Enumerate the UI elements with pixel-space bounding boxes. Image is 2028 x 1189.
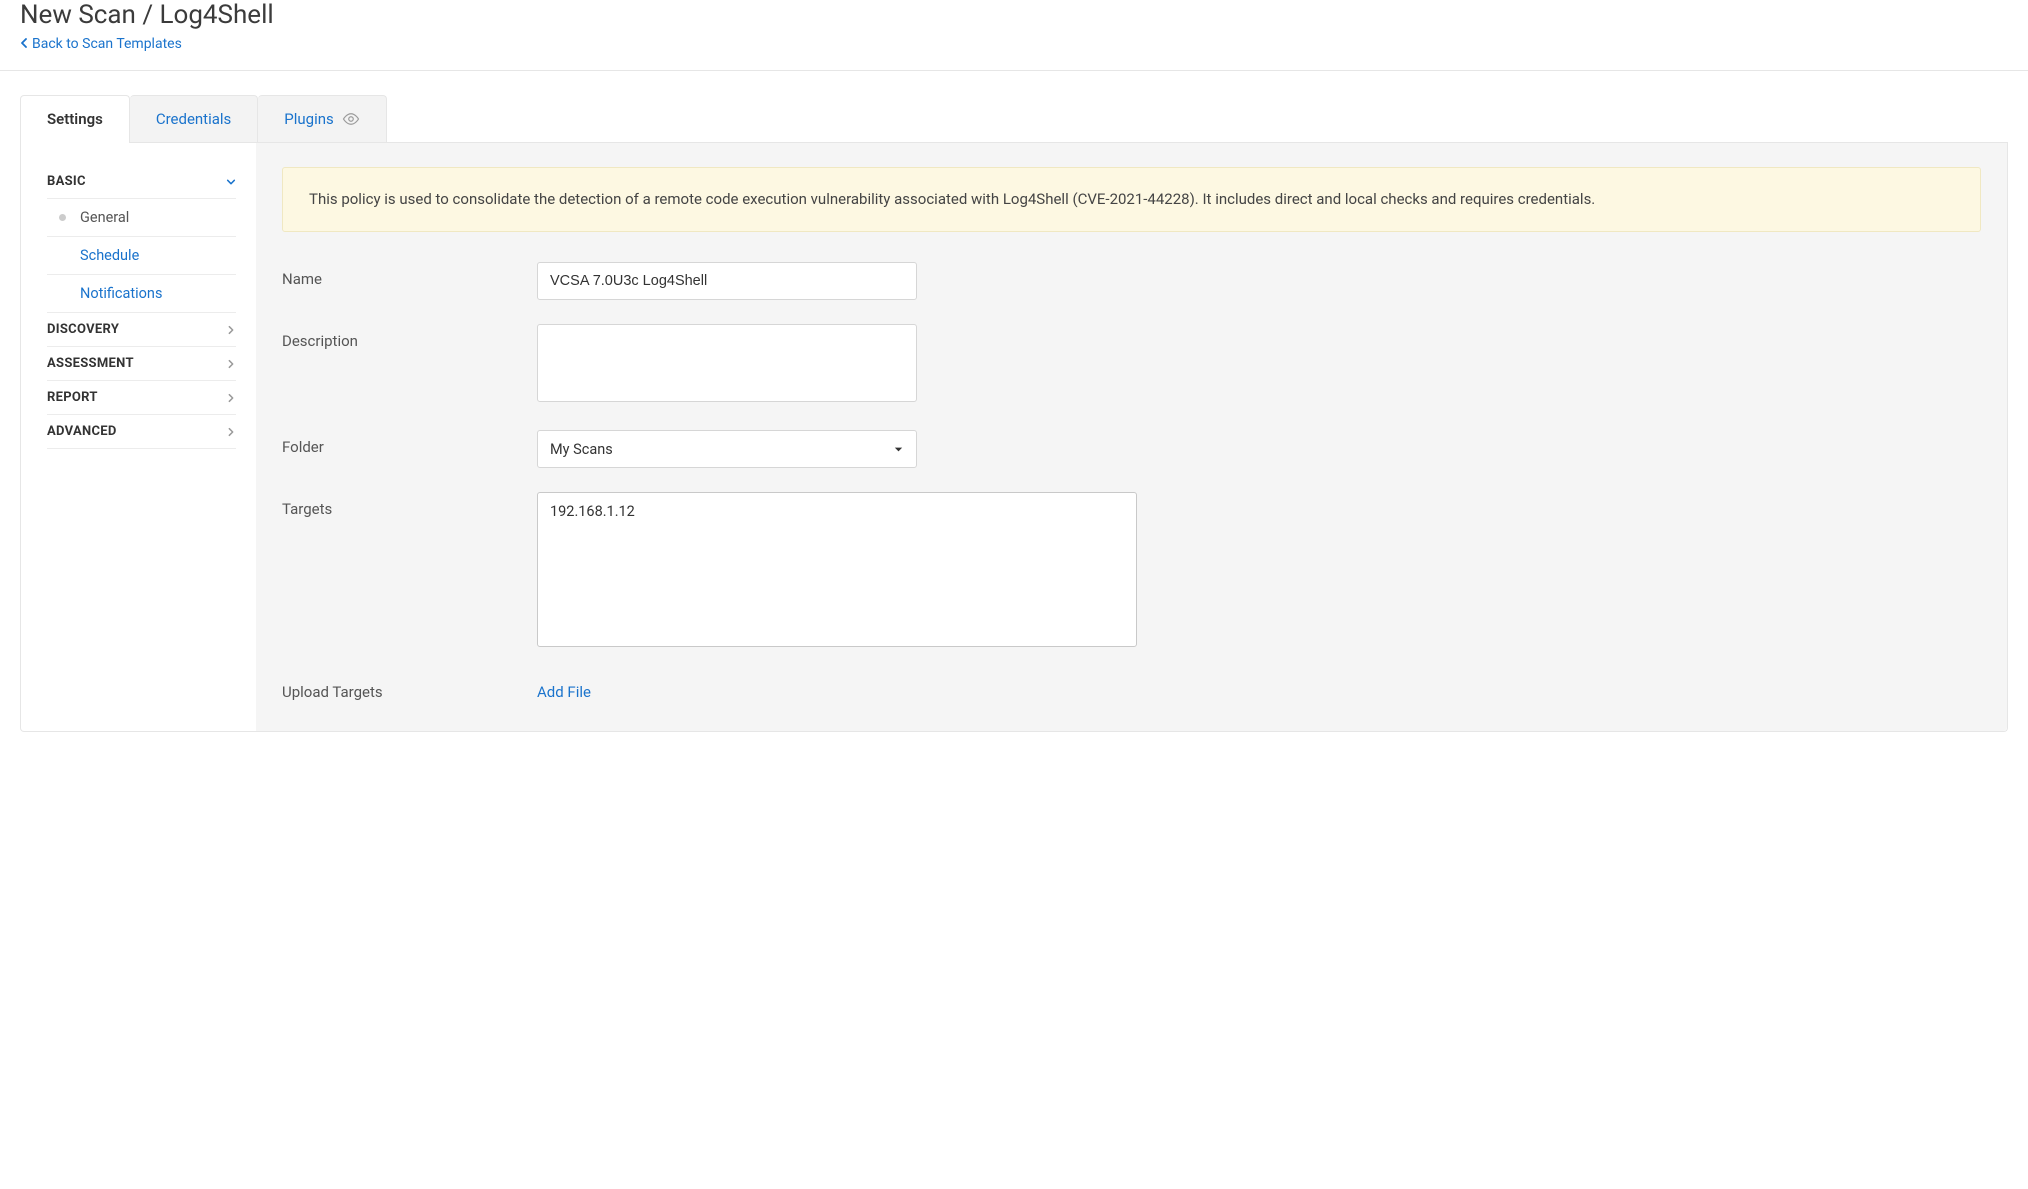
settings-side-nav: BASIC General Schedule Notifications DIS… [21,143,256,731]
eye-icon [342,112,360,126]
sidebar-item-notifications-label: Notifications [80,285,162,302]
tab-plugins-label: Plugins [284,110,333,128]
sidebar-section-advanced-label: ADVANCED [47,424,117,439]
sidebar-section-assessment-label: ASSESSMENT [47,356,134,371]
upload-targets-label: Upload Targets [282,675,537,701]
back-link-label: Back to Scan Templates [32,36,182,52]
add-file-link[interactable]: Add File [537,675,591,701]
chevron-left-icon [20,37,28,51]
description-label: Description [282,324,537,350]
tab-plugins[interactable]: Plugins [258,95,386,142]
sidebar-item-general[interactable]: General [47,199,236,237]
page-title: New Scan / Log4Shell [20,0,2008,30]
sidebar-section-discovery[interactable]: DISCOVERY [47,313,236,347]
tab-bar: Settings Credentials Plugins [20,95,2008,143]
tab-credentials-label: Credentials [156,110,231,128]
dot-icon [59,214,66,221]
sidebar-item-schedule[interactable]: Schedule [47,237,236,275]
folder-select-value: My Scans [550,441,613,458]
chevron-right-icon [226,325,236,335]
caret-down-icon [893,444,904,455]
name-label: Name [282,262,537,288]
targets-textarea[interactable] [537,492,1137,647]
sidebar-item-notifications[interactable]: Notifications [47,275,236,313]
sidebar-item-schedule-label: Schedule [80,247,139,264]
chevron-down-icon [226,177,236,187]
policy-info-banner: This policy is used to consolidate the d… [282,167,1981,232]
sidebar-section-assessment[interactable]: ASSESSMENT [47,347,236,381]
tab-settings[interactable]: Settings [20,95,130,142]
name-input[interactable] [537,262,917,300]
sidebar-section-discovery-label: DISCOVERY [47,322,119,337]
chevron-right-icon [226,427,236,437]
tab-credentials[interactable]: Credentials [130,95,258,142]
sidebar-section-basic[interactable]: BASIC [47,165,236,199]
tab-settings-label: Settings [47,110,103,128]
sidebar-section-basic-label: BASIC [47,174,86,189]
targets-label: Targets [282,492,537,518]
folder-label: Folder [282,430,537,456]
sidebar-section-report-label: REPORT [47,390,98,405]
chevron-right-icon [226,393,236,403]
description-textarea[interactable] [537,324,917,402]
sidebar-item-general-label: General [80,209,129,226]
main-panel: This policy is used to consolidate the d… [256,143,2007,731]
back-to-templates-link[interactable]: Back to Scan Templates [20,36,182,52]
sidebar-section-report[interactable]: REPORT [47,381,236,415]
sidebar-section-advanced[interactable]: ADVANCED [47,415,236,449]
chevron-right-icon [226,359,236,369]
folder-select[interactable]: My Scans [537,430,917,468]
